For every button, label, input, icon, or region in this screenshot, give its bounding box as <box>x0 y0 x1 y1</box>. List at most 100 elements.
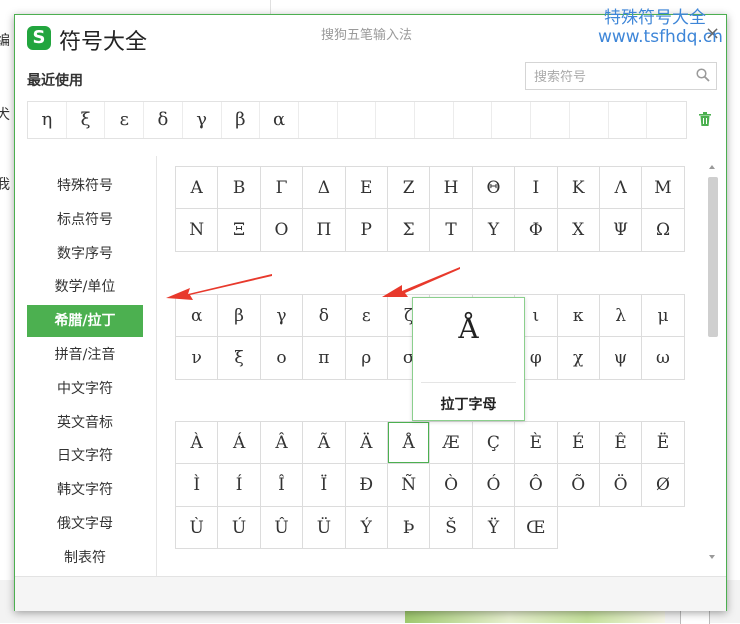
symbol-cell[interactable]: Ν <box>176 209 219 252</box>
symbol-cell[interactable]: ρ <box>345 337 388 380</box>
sidebar-item-6[interactable]: 中文字符 <box>27 373 143 405</box>
symbol-cell[interactable]: Σ <box>387 209 431 252</box>
scrollbar[interactable] <box>706 161 718 566</box>
symbol-cell[interactable]: Ψ <box>599 209 643 252</box>
symbol-cell[interactable]: Ÿ <box>472 506 516 550</box>
symbol-cell[interactable]: Í <box>218 464 261 507</box>
symbol-cell[interactable]: μ <box>642 295 685 338</box>
symbol-cell[interactable]: κ <box>557 295 600 338</box>
symbol-cell[interactable]: ξ <box>218 337 261 380</box>
sidebar-item-7[interactable]: 英文音标 <box>27 407 143 439</box>
scroll-up-icon[interactable] <box>706 161 718 173</box>
sidebar-item-1[interactable]: 标点符号 <box>27 204 143 236</box>
symbol-cell[interactable]: É <box>557 422 600 465</box>
recent-symbol-cell[interactable]: δ <box>144 102 183 138</box>
recent-symbol-cell[interactable]: β <box>222 102 261 138</box>
symbol-cell[interactable]: Λ <box>599 167 643 210</box>
symbol-cell[interactable]: Î <box>260 464 304 507</box>
symbol-cell[interactable]: Ã <box>303 422 346 465</box>
scroll-thumb[interactable] <box>708 177 718 337</box>
symbol-cell[interactable]: Ü <box>303 506 346 550</box>
symbol-cell[interactable]: Ä <box>345 422 388 465</box>
symbol-cell[interactable]: Γ <box>260 167 304 210</box>
trash-icon[interactable] <box>698 111 712 127</box>
symbol-cell[interactable]: Ë <box>642 422 685 465</box>
symbol-cell[interactable]: Á <box>218 422 261 465</box>
sidebar-item-2[interactable]: 数字序号 <box>27 238 143 270</box>
symbol-cell[interactable]: Ð <box>345 464 388 507</box>
recent-symbol-cell[interactable] <box>570 102 609 138</box>
recent-symbol-cell[interactable] <box>376 102 416 138</box>
symbol-cell[interactable]: Ï <box>303 464 346 507</box>
recent-symbol-cell[interactable] <box>299 102 338 138</box>
symbol-cell[interactable]: È <box>515 422 558 465</box>
symbol-cell[interactable]: Τ <box>430 209 473 252</box>
symbol-cell[interactable]: Ξ <box>218 209 261 252</box>
symbol-cell[interactable]: Ε <box>345 167 388 210</box>
recent-symbol-cell[interactable] <box>647 102 686 138</box>
sidebar-item-11[interactable]: 制表符 <box>27 542 143 574</box>
symbol-cell[interactable]: ψ <box>599 337 643 380</box>
recent-symbol-cell[interactable] <box>531 102 570 138</box>
symbol-cell[interactable]: Δ <box>303 167 346 210</box>
symbol-cell[interactable]: Ù <box>176 506 219 550</box>
recent-symbol-cell[interactable] <box>609 102 648 138</box>
symbol-cell[interactable]: Ι <box>515 167 558 210</box>
symbol-cell[interactable]: Ο <box>260 209 304 252</box>
symbol-cell[interactable]: Û <box>260 506 304 550</box>
symbol-cell[interactable]: Œ <box>515 506 558 550</box>
symbol-cell[interactable]: Μ <box>642 167 685 210</box>
recent-symbol-cell[interactable] <box>454 102 493 138</box>
symbol-cell[interactable]: Æ <box>430 422 473 465</box>
symbol-cell[interactable]: Ê <box>599 422 643 465</box>
recent-symbol-cell[interactable]: γ <box>183 102 222 138</box>
symbol-cell[interactable]: Â <box>260 422 304 465</box>
symbol-cell[interactable]: Š <box>430 506 473 550</box>
sidebar-item-0[interactable]: 特殊符号 <box>27 170 143 202</box>
recent-symbol-cell[interactable]: η <box>28 102 67 138</box>
symbol-cell[interactable]: Ý <box>345 506 388 550</box>
recent-symbol-cell[interactable]: α <box>260 102 299 138</box>
symbol-cell[interactable]: Ö <box>599 464 643 507</box>
symbol-cell[interactable]: Φ <box>515 209 558 252</box>
symbol-cell[interactable]: ω <box>642 337 685 380</box>
symbol-cell[interactable]: Υ <box>472 209 516 252</box>
recent-symbol-cell[interactable] <box>338 102 377 138</box>
symbol-cell[interactable]: Ç <box>472 422 516 465</box>
scroll-down-icon[interactable] <box>706 551 718 563</box>
sidebar-item-5[interactable]: 拼音/注音 <box>27 339 143 371</box>
symbol-cell[interactable]: λ <box>599 295 643 338</box>
sidebar-item-10[interactable]: 俄文字母 <box>27 508 143 540</box>
symbol-cell[interactable]: Þ <box>387 506 431 550</box>
symbol-cell[interactable]: Π <box>303 209 346 252</box>
recent-symbol-cell[interactable]: ε <box>105 102 145 138</box>
symbol-cell[interactable]: Κ <box>557 167 600 210</box>
symbol-cell[interactable]: Ó <box>472 464 516 507</box>
symbol-cell[interactable]: Ú <box>218 506 261 550</box>
symbol-cell[interactable]: Ò <box>430 464 473 507</box>
symbol-cell[interactable]: Õ <box>557 464 600 507</box>
sidebar-item-8[interactable]: 日文字符 <box>27 440 143 472</box>
symbol-cell[interactable]: Θ <box>472 167 516 210</box>
symbol-cell[interactable]: Ω <box>642 209 685 252</box>
recent-symbol-cell[interactable] <box>492 102 532 138</box>
symbol-cell[interactable]: Α <box>176 167 219 210</box>
search-icon[interactable] <box>696 68 710 82</box>
symbol-cell[interactable]: Χ <box>557 209 600 252</box>
symbol-cell[interactable]: Ζ <box>387 167 431 210</box>
search-input[interactable] <box>532 67 686 87</box>
symbol-cell[interactable]: Β <box>218 167 261 210</box>
symbol-cell[interactable]: ν <box>176 337 219 380</box>
symbol-cell[interactable]: Ì <box>176 464 219 507</box>
symbol-cell[interactable]: χ <box>557 337 600 380</box>
symbol-cell[interactable]: ο <box>260 337 304 380</box>
symbol-cell[interactable]: Η <box>430 167 473 210</box>
symbol-cell[interactable]: Ñ <box>387 464 431 507</box>
symbol-cell[interactable]: δ <box>303 295 346 338</box>
symbol-cell[interactable]: Ø <box>642 464 685 507</box>
symbol-cell[interactable]: Ρ <box>345 209 388 252</box>
recent-symbol-cell[interactable]: ξ <box>67 102 106 138</box>
sidebar-item-4[interactable]: 希腊/拉丁 <box>27 305 143 338</box>
symbol-cell[interactable]: Å <box>387 422 431 465</box>
search-box[interactable] <box>525 62 717 90</box>
